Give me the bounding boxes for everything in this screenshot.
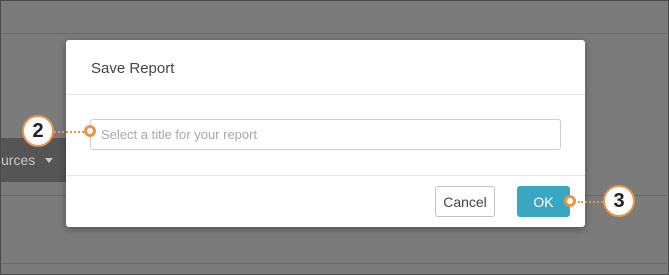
callout-leader-line	[54, 131, 84, 133]
report-title-input[interactable]	[90, 119, 561, 150]
dialog-header-divider	[66, 94, 585, 95]
cancel-button[interactable]: Cancel	[435, 186, 495, 217]
callout-anchor-dot	[84, 125, 96, 137]
background-divider	[1, 33, 669, 34]
dialog-footer-divider	[66, 175, 585, 176]
background-divider	[1, 263, 669, 264]
callout-anchor-dot	[564, 195, 576, 207]
save-report-dialog: Save Report Cancel OK	[66, 40, 585, 227]
dialog-title: Save Report	[91, 60, 175, 77]
sources-dropdown-label: urces	[1, 152, 36, 168]
step-3-callout: 3	[603, 185, 635, 217]
ok-button[interactable]: OK	[517, 186, 570, 217]
callout-leader-line	[578, 201, 603, 203]
caret-down-icon	[45, 158, 53, 163]
step-2-callout: 2	[22, 115, 54, 147]
